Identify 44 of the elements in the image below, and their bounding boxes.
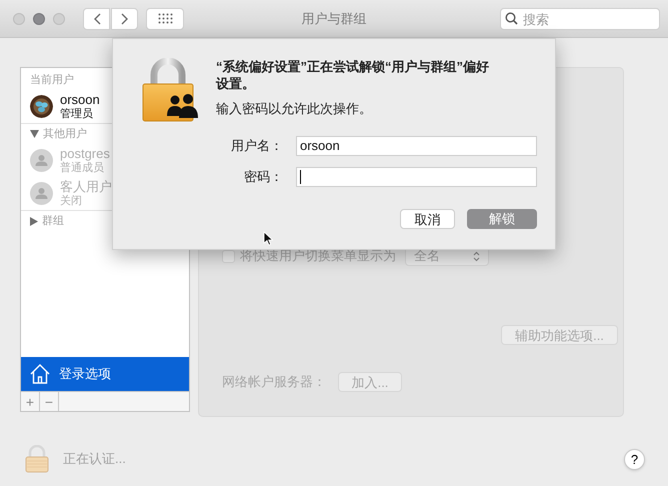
chevron-right-icon: [120, 12, 128, 24]
section-header: 群组: [42, 214, 64, 229]
user-item[interactable]: orsoon 管理员: [21, 90, 189, 123]
password-field[interactable]: [296, 167, 537, 187]
window-title: 用户与群组: [300, 10, 368, 28]
grid-icon: [158, 13, 172, 24]
search-field[interactable]: 搜索: [500, 8, 660, 30]
dialog-prompt: 输入密码以允许此次操作。: [216, 100, 372, 118]
section-header: 当前用户: [30, 72, 74, 88]
user-role: 管理员: [60, 106, 94, 120]
mouse-cursor-icon: [263, 231, 273, 246]
minimize-button[interactable]: [33, 12, 45, 24]
field-label: 密码：: [243, 168, 283, 186]
status-text: 正在认证...: [63, 450, 126, 468]
user-name: postgres: [60, 146, 110, 160]
login-options-item[interactable]: 登录选项: [21, 357, 189, 391]
user-name: orsoon: [60, 92, 100, 106]
field-label: 用户名：: [230, 137, 283, 156]
house-icon: [29, 363, 51, 385]
help-button[interactable]: ?: [624, 448, 645, 470]
chevron-left-icon: [92, 12, 100, 24]
show-all-button[interactable]: [146, 8, 184, 30]
login-options-label: 登录选项: [59, 365, 111, 384]
back-button[interactable]: [83, 8, 110, 30]
remove-button[interactable]: −: [40, 392, 59, 411]
network-server-label: 网络帐户服务器：: [222, 373, 326, 392]
user-role: 关闭: [60, 194, 83, 208]
unlock-button[interactable]: 解锁: [467, 209, 537, 229]
user-avatar-icon: [30, 182, 53, 205]
search-icon: [505, 12, 518, 24]
padlock-users-icon: [142, 58, 199, 122]
cancel-button[interactable]: 取消: [400, 209, 455, 229]
user-role: 普通成员: [60, 161, 105, 174]
dialog-message: “系统偏好设置”正在尝试解锁“用户与群组”偏好设置。: [216, 58, 490, 92]
stepper-arrows-icon: [473, 250, 480, 262]
user-avatar-icon: [30, 149, 53, 172]
disclosure-triangle-icon[interactable]: [30, 130, 39, 138]
disclosure-triangle-icon[interactable]: [30, 216, 38, 226]
forward-button[interactable]: [111, 8, 138, 30]
username-field[interactable]: orsoon: [296, 136, 537, 156]
section-header: 其他用户: [43, 126, 87, 142]
lock-icon: [25, 445, 49, 473]
add-button[interactable]: +: [21, 392, 40, 411]
user-name: 客人用户: [60, 180, 112, 194]
